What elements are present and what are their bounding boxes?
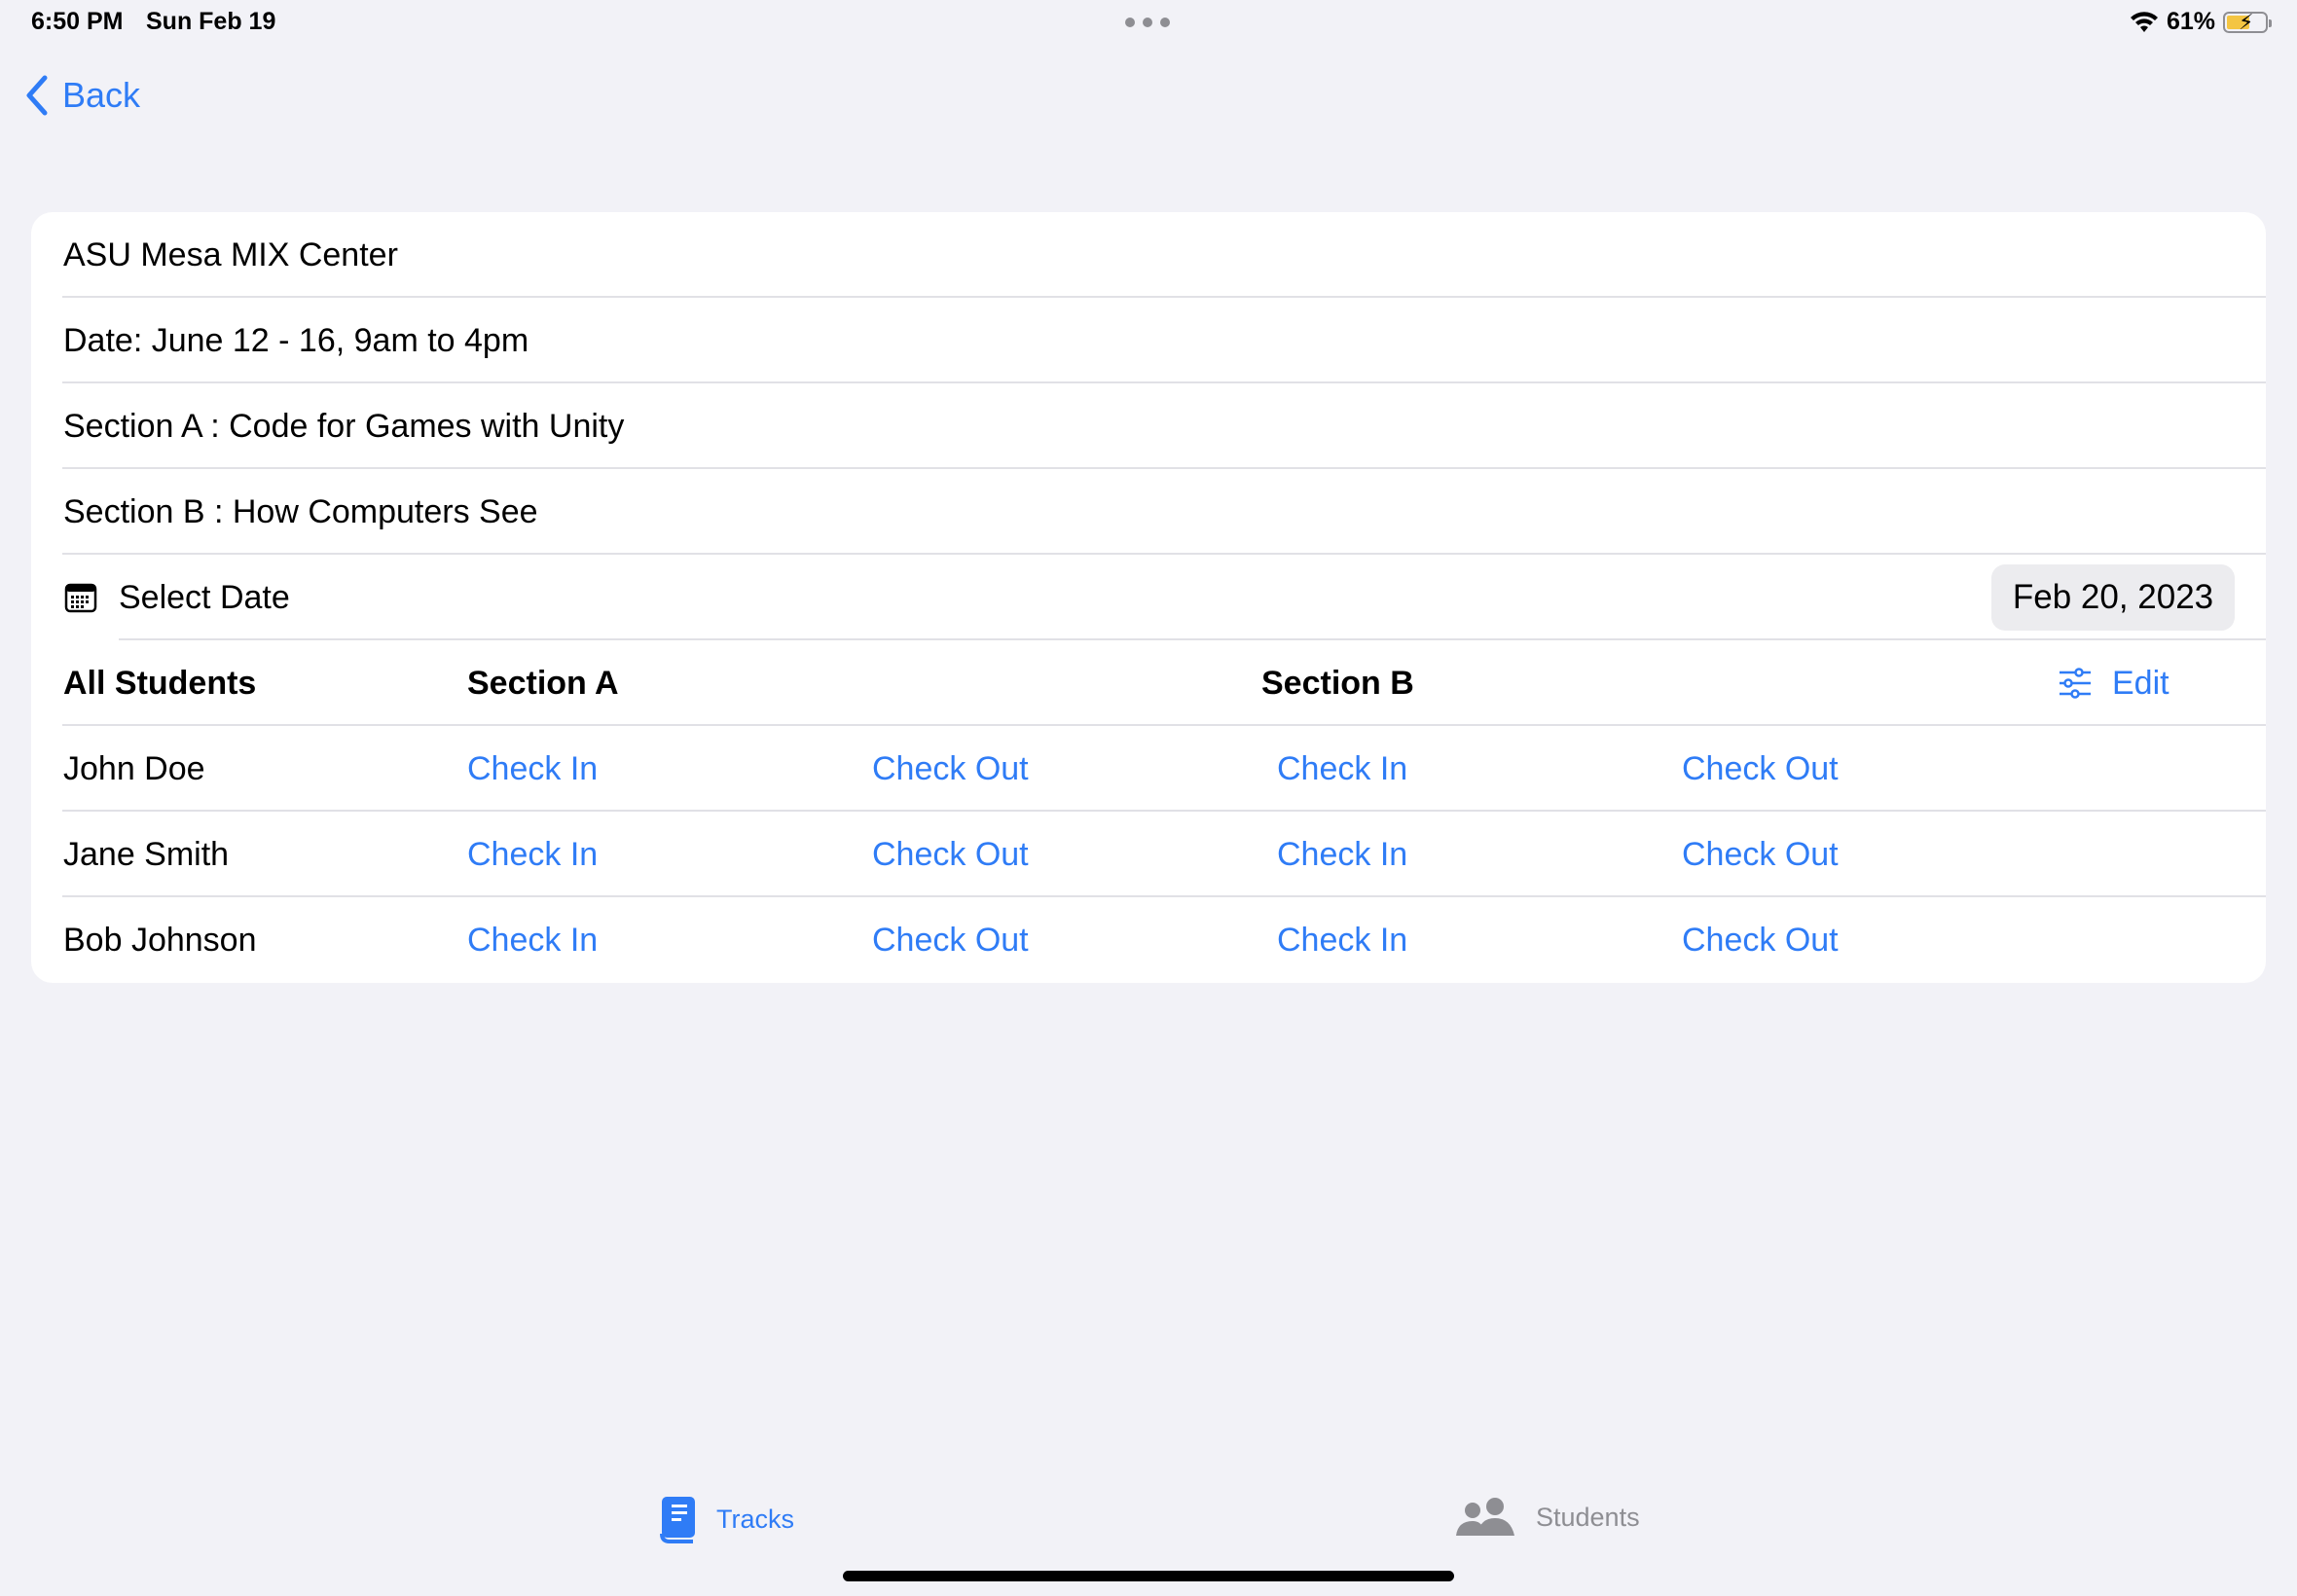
section-a-check-in-button[interactable]: Check In xyxy=(467,922,598,960)
edit-label: Edit xyxy=(2112,664,2169,702)
status-indicators: 61% ⚡ xyxy=(2130,8,2272,36)
table-header-row: All Students Section A Section B Edit xyxy=(31,640,2266,726)
section-b-check-out-button[interactable]: Check Out xyxy=(1682,750,1839,788)
location-text: ASU Mesa MIX Center xyxy=(63,236,398,273)
section-b-check-in-button[interactable]: Check In xyxy=(1277,750,1407,788)
tab-students[interactable]: Students xyxy=(1454,1497,1640,1538)
date-info-text: Date: June 12 - 16, 9am to 4pm xyxy=(63,321,529,359)
student-name: Jane Smith xyxy=(63,835,230,873)
header-section-b: Section B xyxy=(1261,664,1414,702)
section-b-check-out-button[interactable]: Check Out xyxy=(1682,922,1839,960)
student-name: John Doe xyxy=(63,749,205,787)
table-row: John Doe Check In Check Out Check In Che… xyxy=(31,726,2266,812)
date-picker-button[interactable]: Feb 20, 2023 xyxy=(1991,564,2235,631)
section-a-row: Section A : Code for Games with Unity xyxy=(31,383,2266,469)
location-row: ASU Mesa MIX Center xyxy=(31,212,2266,298)
section-a-check-in-button[interactable]: Check In xyxy=(467,836,598,874)
header-section-a: Section A xyxy=(467,664,619,702)
wifi-icon xyxy=(2130,11,2158,32)
book-icon xyxy=(660,1497,695,1543)
section-a-check-out-button[interactable]: Check Out xyxy=(872,750,1029,788)
back-button[interactable]: Back xyxy=(23,70,140,121)
tab-tracks-label: Tracks xyxy=(716,1504,794,1534)
people-icon xyxy=(1456,1498,1514,1536)
section-b-row: Section B : How Computers See xyxy=(31,469,2266,555)
tab-students-label: Students xyxy=(1536,1502,1640,1532)
status-date: Sun Feb 19 xyxy=(146,8,276,35)
status-time: 6:50 PM xyxy=(31,8,124,35)
charging-bolt-icon: ⚡ xyxy=(2239,9,2254,34)
section-a-check-out-button[interactable]: Check Out xyxy=(872,922,1029,960)
sliders-icon xyxy=(2060,668,2091,699)
battery-percent: 61% xyxy=(2166,8,2215,35)
tab-bar: Tracks Students xyxy=(0,1479,2297,1557)
header-all-students: All Students xyxy=(63,664,257,702)
table-row: Bob Johnson Check In Check Out Check In … xyxy=(31,897,2266,983)
track-detail-card: ASU Mesa MIX Center Date: June 12 - 16, … xyxy=(31,212,2266,983)
home-indicator[interactable] xyxy=(843,1571,1454,1581)
section-a-check-in-button[interactable]: Check In xyxy=(467,750,598,788)
tab-tracks[interactable]: Tracks xyxy=(658,1495,794,1543)
section-b-check-in-button[interactable]: Check In xyxy=(1277,836,1407,874)
section-b-text: Section B : How Computers See xyxy=(63,492,538,530)
select-date-row: Select Date Feb 20, 2023 xyxy=(31,555,2266,640)
calendar-icon xyxy=(64,583,97,613)
student-name: Bob Johnson xyxy=(63,921,257,959)
section-a-text: Section A : Code for Games with Unity xyxy=(63,407,625,445)
battery-icon: ⚡ xyxy=(2223,9,2272,34)
section-b-check-out-button[interactable]: Check Out xyxy=(1682,836,1839,874)
date-info-row: Date: June 12 - 16, 9am to 4pm xyxy=(31,298,2266,383)
status-bar: 6:50 PM Sun Feb 19 61% ⚡ xyxy=(0,0,2297,47)
chevron-left-icon xyxy=(26,75,48,116)
table-row: Jane Smith Check In Check Out Check In C… xyxy=(31,812,2266,897)
section-b-check-in-button[interactable]: Check In xyxy=(1277,922,1407,960)
edit-button[interactable]: Edit xyxy=(2058,665,2169,703)
back-label: Back xyxy=(62,75,141,115)
multitasking-dots-icon[interactable] xyxy=(1125,18,1170,27)
section-a-check-out-button[interactable]: Check Out xyxy=(872,836,1029,874)
select-date-label: Select Date xyxy=(119,578,290,616)
